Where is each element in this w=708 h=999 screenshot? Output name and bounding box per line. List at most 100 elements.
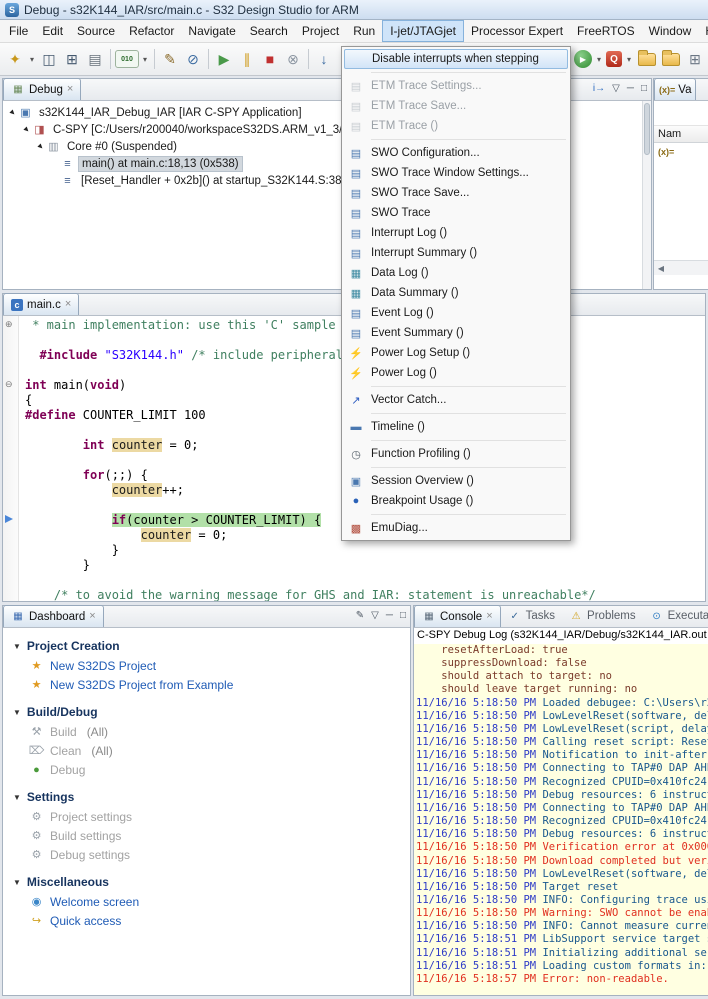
menu-item-event-summary[interactable]: ▤ Event Summary () [344, 323, 568, 343]
skip-breakpoints-icon[interactable]: ⊘ [182, 48, 204, 70]
menu-item-etm-trace-settings[interactable]: ▤ ETM Trace Settings... [344, 76, 568, 96]
view-menu-icon[interactable]: ▽ [612, 83, 620, 94]
close-icon[interactable]: × [486, 611, 492, 622]
menu-processor-expert[interactable]: Processor Expert [464, 20, 570, 42]
dash-item-build[interactable]: ⚒ Build (All) [13, 722, 410, 741]
menu-item-etm-trace-save[interactable]: ▤ ETM Trace Save... [344, 96, 568, 116]
suspend-icon[interactable]: ∥ [236, 48, 258, 70]
dash-item-new-s32ds-project[interactable]: ★ New S32DS Project [13, 656, 410, 675]
menu-file[interactable]: File [2, 20, 35, 42]
save-all-icon[interactable]: ⊞ [61, 48, 83, 70]
menu-item-swo-trace-save[interactable]: ▤ SWO Trace Save... [344, 183, 568, 203]
menu-item-data-summary[interactable]: ▦ Data Summary () [344, 283, 568, 303]
build-binary-icon[interactable]: 010 [115, 50, 139, 68]
menu-item-swo-configuration[interactable]: ▤ SWO Configuration... [344, 143, 568, 163]
close-icon[interactable]: × [67, 84, 73, 95]
menu-item-swo-trace-window-settings[interactable]: ▤ SWO Trace Window Settings... [344, 163, 568, 183]
menu-item-power-log-setup[interactable]: ⚡ Power Log Setup () [344, 343, 568, 363]
dash-item-welcome-screen[interactable]: ◉ Welcome screen [13, 892, 410, 911]
q-launch-icon[interactable]: Q [606, 51, 622, 67]
new-dropdown-icon[interactable]: ▾ [27, 48, 37, 70]
tab-main-c[interactable]: c main.c × [3, 293, 80, 315]
menu-item-interrupt-summary[interactable]: ▤ Interrupt Summary () [344, 243, 568, 263]
scrollbar-thumb[interactable] [644, 103, 650, 155]
dash-item-project-settings[interactable]: ⚙ Project settings [13, 807, 410, 826]
menu-item-disable-interrupts-when-stepping[interactable]: Disable interrupts when stepping [344, 49, 568, 69]
print-icon[interactable]: ▤ [84, 48, 106, 70]
menu-item-power-log[interactable]: ⚡ Power Log () [344, 363, 568, 383]
variables-column-header[interactable]: Nam [654, 125, 708, 143]
save-icon[interactable]: ◫ [38, 48, 60, 70]
menu-item-breakpoint-usage[interactable]: ● Breakpoint Usage () [344, 491, 568, 511]
menu-project[interactable]: Project [295, 20, 346, 42]
variables-hscrollbar[interactable]: ◀ [654, 260, 708, 275]
menu-item-etm-trace[interactable]: ▤ ETM Trace () [344, 116, 568, 136]
dash-section-header[interactable]: ▼ Build/Debug [13, 702, 410, 722]
dash-section-header[interactable]: ▼ Miscellaneous [13, 872, 410, 892]
twisty-expanded-icon[interactable]: ▼ [13, 793, 21, 802]
twisty-expanded-icon[interactable]: ▼ [13, 642, 21, 651]
tab-tasks[interactable]: ✓ Tasks [501, 605, 562, 627]
menu-window[interactable]: Window [642, 20, 699, 42]
menu-item-swo-trace[interactable]: ▤ SWO Trace [344, 203, 568, 223]
resume-icon[interactable]: ▶ [213, 48, 235, 70]
dash-item-quick-access[interactable]: ↪ Quick access [13, 911, 410, 930]
menu-freertos[interactable]: FreeRTOS [570, 20, 642, 42]
maximize-icon[interactable]: □ [641, 83, 647, 94]
scroll-left-icon[interactable]: ◀ [654, 264, 668, 273]
fold-marker-icon[interactable]: ⊖ [5, 380, 13, 389]
menu-item-data-log[interactable]: ▦ Data Log () [344, 263, 568, 283]
restart-dropdown-icon[interactable]: ▾ [594, 48, 604, 70]
console-log[interactable]: resetAfterLoad: true suppressDownload: f… [414, 644, 708, 995]
menu-navigate[interactable]: Navigate [181, 20, 242, 42]
minimize-icon[interactable]: ─ [627, 83, 634, 94]
i-step-icon[interactable]: i→ [593, 83, 605, 94]
open-resource-icon[interactable] [662, 49, 680, 66]
build-dropdown-icon[interactable]: ▾ [140, 48, 150, 70]
menu-source[interactable]: Source [70, 20, 122, 42]
variables-row[interactable]: (x)= [654, 143, 708, 160]
tab-console[interactable]: ▦ Console × [414, 605, 501, 627]
editor-annotation-ruler[interactable]: ⊕ ⊖ [3, 316, 19, 601]
tab-problems[interactable]: ⚠ Problems [562, 605, 643, 627]
fold-marker-icon[interactable]: ⊕ [5, 320, 13, 329]
dash-item-clean[interactable]: ⌦ Clean (All) [13, 741, 410, 760]
dash-item-new-s32ds-project-from-example[interactable]: ★ New S32DS Project from Example [13, 675, 410, 694]
menu-run[interactable]: Run [346, 20, 382, 42]
dash-item-debug[interactable]: ● Debug [13, 760, 410, 779]
dash-section-header[interactable]: ▼ Project Creation [13, 636, 410, 656]
menu-search[interactable]: Search [243, 20, 295, 42]
menu-item-emudiag[interactable]: ▩ EmuDiag... [344, 518, 568, 538]
menu-item-timeline[interactable]: ▬ Timeline () [344, 417, 568, 437]
dash-item-build-settings[interactable]: ⚙ Build settings [13, 826, 410, 845]
debug-scrollbar[interactable] [642, 101, 651, 289]
open-folder-icon[interactable] [638, 49, 656, 66]
tab-debug[interactable]: ▦ Debug × [3, 78, 82, 100]
pencil-icon[interactable]: ✎ [159, 48, 181, 70]
menu-item-event-log[interactable]: ▤ Event Log () [344, 303, 568, 323]
menu-refactor[interactable]: Refactor [122, 20, 181, 42]
step-into-icon[interactable]: ↓ [313, 48, 335, 70]
twisty-expanded-icon[interactable]: ▼ [13, 708, 21, 717]
terminate-icon[interactable]: ■ [259, 48, 281, 70]
new-wizard-icon[interactable]: ✦ [4, 48, 26, 70]
menu-help[interactable]: Help [698, 20, 708, 42]
menu-edit[interactable]: Edit [35, 20, 70, 42]
title-bar[interactable]: S Debug - s32K144_IAR/src/main.c - S32 D… [0, 0, 708, 20]
close-icon[interactable]: × [89, 611, 95, 622]
grid-icon[interactable]: ⊞ [684, 48, 706, 70]
menu-item-session-overview[interactable]: ▣ Session Overview () [344, 471, 568, 491]
twisty-expanded-icon[interactable]: ▼ [13, 878, 21, 887]
menu-item-interrupt-log[interactable]: ▤ Interrupt Log () [344, 223, 568, 243]
maximize-icon[interactable]: □ [400, 610, 406, 621]
dash-item-debug-settings[interactable]: ⚙ Debug settings [13, 845, 410, 864]
minimize-icon[interactable]: ─ [386, 610, 393, 621]
tab-dashboard[interactable]: ▦ Dashboard × [3, 605, 104, 627]
tab-variables[interactable]: (x)= Va [654, 78, 697, 100]
view-menu-icon[interactable]: ▽ [371, 610, 379, 621]
tab-executables[interactable]: ⊙ Executables [643, 605, 708, 627]
menu-i-jet-jtagjet[interactable]: I-jet/JTAGjet [382, 20, 464, 42]
menu-item-function-profiling[interactable]: ◷ Function Profiling () [344, 444, 568, 464]
restart-icon[interactable]: ▶ [574, 50, 592, 68]
close-icon[interactable]: × [65, 299, 71, 310]
